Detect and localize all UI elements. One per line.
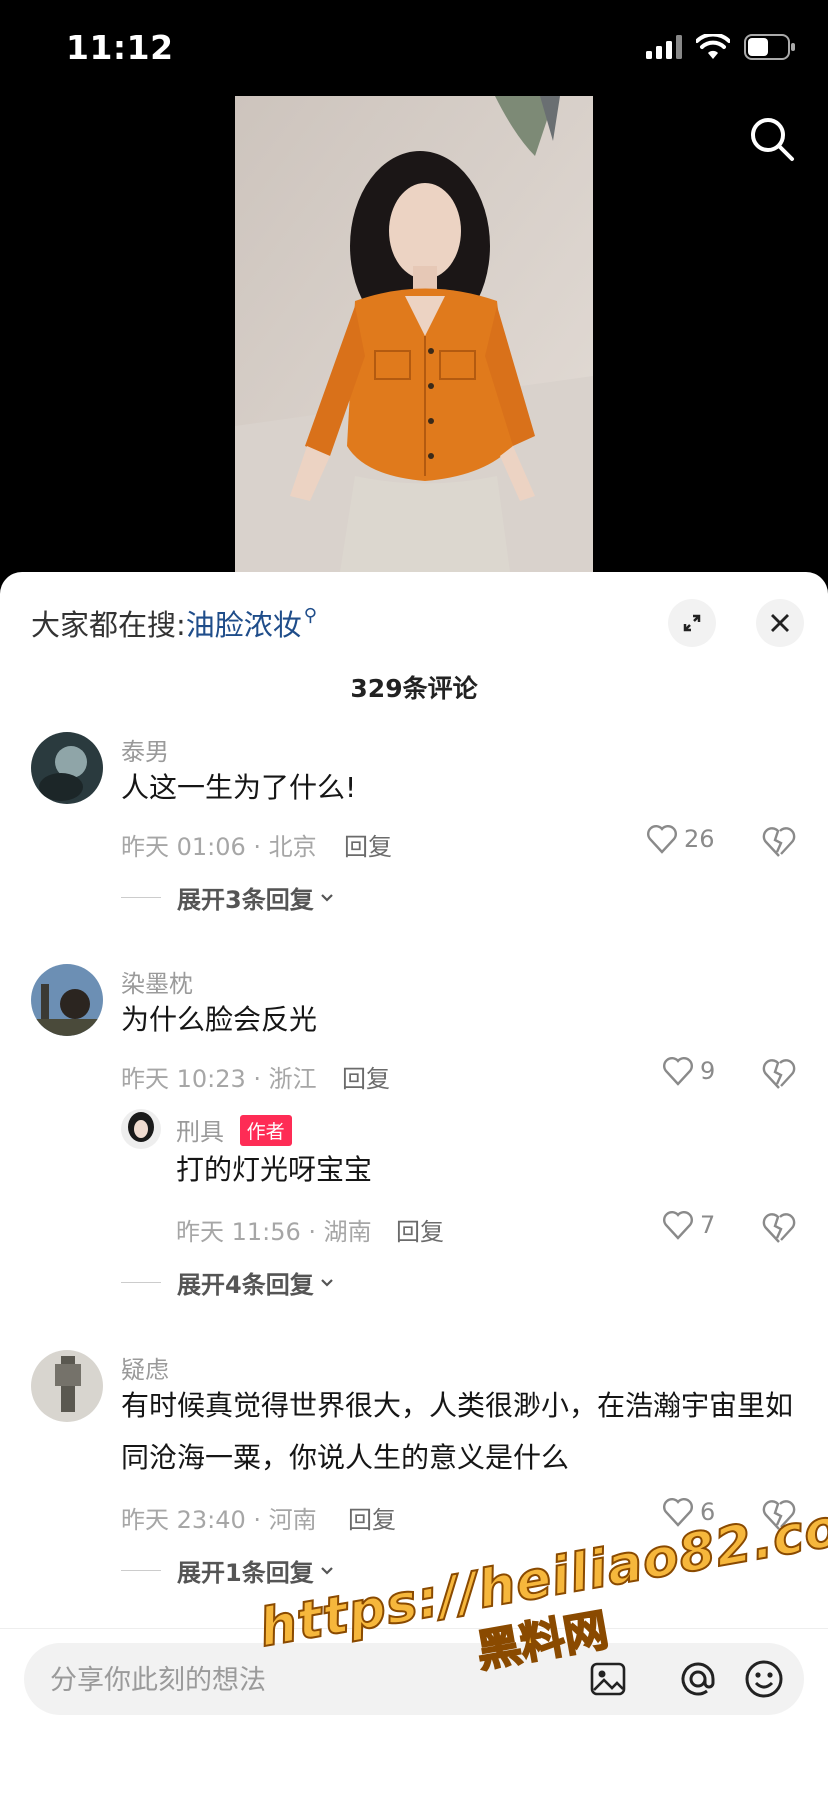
dislike-icon[interactable]	[762, 1499, 796, 1531]
expand-replies-button[interactable]: 展开4条回复	[121, 1265, 336, 1300]
chevron-down-icon	[320, 1566, 333, 1575]
like-button[interactable]: 7	[662, 1210, 715, 1240]
reply-text: 打的灯光呀宝宝	[176, 1153, 373, 1186]
reply-username[interactable]: 刑具	[176, 1118, 224, 1146]
mention-icon[interactable]	[674, 1655, 722, 1703]
chevron-down-icon	[320, 893, 333, 902]
reply-avatar[interactable]	[121, 1109, 161, 1149]
like-count: 26	[684, 825, 715, 853]
reply-button[interactable]: 回复	[396, 1212, 444, 1247]
status-bar: 11:12	[0, 0, 828, 96]
status-time: 11:12	[66, 28, 174, 67]
status-icons	[646, 34, 796, 60]
expand-icon	[683, 614, 701, 632]
expand-button[interactable]	[668, 599, 716, 647]
like-button[interactable]: 9	[662, 1056, 715, 1086]
avatar[interactable]	[31, 1350, 103, 1422]
hot-search-keyword[interactable]: 油脸浓妆	[186, 602, 302, 644]
reply-button[interactable]: 回复	[344, 827, 392, 862]
comment-input-pill[interactable]	[24, 1643, 804, 1717]
heart-icon	[663, 1498, 693, 1527]
like-count: 7	[700, 1211, 716, 1239]
hot-search[interactable]: 大家都在搜: 油脸浓妆 ⚲	[31, 602, 317, 644]
author-badge: 作者	[239, 1115, 292, 1146]
chevron-down-icon	[320, 1278, 333, 1287]
close-button[interactable]	[756, 599, 804, 647]
image-icon[interactable]	[584, 1655, 632, 1703]
heart-icon	[647, 825, 677, 854]
video-player[interactable]	[235, 96, 593, 572]
comment-meta: 昨天 10:23 · 浙江	[121, 1065, 317, 1093]
cellular-signal-icon	[646, 35, 682, 59]
expand-replies-label: 展开4条回复	[177, 1271, 314, 1299]
comment-meta: 昨天 23:40 · 河南	[121, 1506, 317, 1534]
emoji-icon[interactable]	[740, 1655, 788, 1703]
comment-meta: 昨天 01:06 · 北京	[121, 833, 317, 861]
search-icon[interactable]	[748, 115, 796, 163]
reply-meta: 昨天 11:56 · 湖南	[176, 1218, 372, 1246]
like-count: 6	[700, 1498, 716, 1526]
dislike-icon[interactable]	[762, 826, 796, 858]
heart-icon	[663, 1211, 693, 1240]
reply-username-row: 刑具 作者	[176, 1112, 292, 1148]
search-small-icon: ⚲	[303, 604, 317, 626]
expand-replies-button[interactable]: 展开1条回复	[121, 1553, 336, 1588]
heart-icon	[663, 1057, 693, 1086]
dislike-icon[interactable]	[762, 1058, 796, 1090]
reply-button[interactable]: 回复	[348, 1500, 396, 1535]
expand-replies-label: 展开3条回复	[177, 886, 314, 914]
battery-icon	[744, 34, 795, 60]
comment-input[interactable]	[48, 1643, 532, 1717]
like-count: 9	[700, 1057, 716, 1085]
wifi-icon	[696, 34, 730, 59]
comment-text: 人这一生为了什么!	[121, 771, 357, 804]
expand-replies-button[interactable]: 展开3条回复	[121, 880, 336, 915]
comment-text: 有时候真觉得世界很大，人类很渺小，在浩瀚宇宙里如同沧海一粟，你说人生的意义是什么	[121, 1389, 794, 1474]
video-frame-image	[235, 96, 593, 572]
reply-button[interactable]: 回复	[342, 1059, 390, 1094]
comments-count: 329条评论	[350, 674, 478, 703]
expand-replies-label: 展开1条回复	[177, 1559, 314, 1587]
like-button[interactable]: 26	[646, 824, 715, 854]
comment-text: 为什么脸会反光	[121, 1003, 318, 1036]
like-button[interactable]: 6	[662, 1497, 715, 1527]
comments-sheet: 大家都在搜: 油脸浓妆 ⚲ 329条评论 泰男 人这一生为了什么! 昨天 01:…	[0, 572, 828, 1792]
avatar[interactable]	[31, 964, 103, 1036]
hot-search-label: 大家都在搜:	[31, 608, 186, 642]
comment-input-bar	[0, 1628, 828, 1793]
close-icon	[771, 614, 789, 632]
dislike-icon[interactable]	[762, 1212, 796, 1244]
avatar[interactable]	[31, 732, 103, 804]
